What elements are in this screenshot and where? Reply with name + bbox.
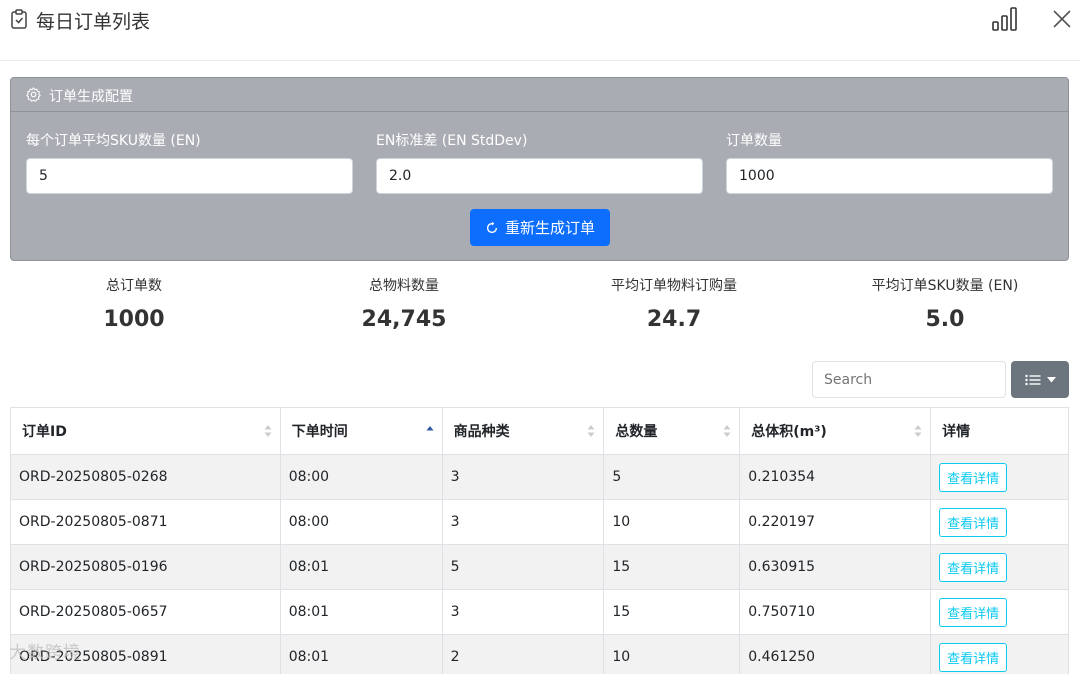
sort-icon — [914, 425, 922, 437]
column-header-sku-kinds[interactable]: 商品种类 — [441, 407, 605, 455]
view-detail-button[interactable]: 查看详情 — [939, 507, 1008, 537]
order-count-label: 订单数量 — [726, 133, 782, 149]
cell-order-id: ORD-20250805-0871 — [10, 499, 281, 545]
order-config-card: 订单生成配置 每个订单平均SKU数量 (EN) EN标准差 (EN StdDev… — [10, 77, 1069, 261]
cell-total-volume: 0.461250 — [739, 634, 932, 674]
cell-total-volume: 0.750710 — [739, 589, 932, 635]
cell-sku-kinds: 2 — [441, 634, 605, 674]
cell-sku-kinds: 5 — [441, 544, 605, 590]
cell-detail: 查看详情 — [930, 589, 1069, 635]
view-detail-button[interactable]: 查看详情 — [939, 597, 1008, 627]
view-detail-button[interactable]: 查看详情 — [939, 552, 1008, 582]
stat-total-orders: 总订单数 1000 — [9, 275, 259, 332]
stat-total-items: 总物料数量 24,745 — [279, 275, 529, 332]
view-detail-button[interactable]: 查看详情 — [939, 462, 1008, 492]
column-header-total-volume[interactable]: 总体积(m³) — [739, 407, 932, 455]
stat-label: 平均订单物料订购量 — [611, 278, 737, 294]
cell-order-time: 08:01 — [279, 634, 443, 674]
column-header-label: 下单时间 — [291, 424, 348, 440]
config-header: 订单生成配置 — [11, 78, 1068, 112]
title-divider — [0, 60, 1080, 61]
column-header-order-id[interactable]: 订单ID — [10, 407, 281, 455]
column-header-order-time[interactable]: 下单时间 — [279, 407, 443, 455]
sort-asc-icon — [426, 426, 434, 431]
cell-sku-kinds: 3 — [441, 499, 605, 545]
cell-total-volume: 0.220197 — [739, 499, 932, 545]
cell-total-volume: 0.210354 — [739, 454, 932, 500]
en-stddev-label: EN标准差 (EN StdDev) — [376, 133, 528, 149]
close-icon[interactable] — [1051, 8, 1073, 30]
regenerate-orders-button[interactable]: 重新生成订单 — [470, 209, 610, 246]
table-row: ORD-20250805-0268 08:00 3 5 0.210354 查看详… — [10, 454, 1069, 500]
caret-down-icon — [1046, 376, 1056, 382]
refresh-icon — [486, 221, 498, 233]
orders-table: 订单ID 下单时间 商品种类 总数量 总体积(m³) 详情 ORD-202508… — [10, 407, 1069, 674]
window-title: 每日订单列表 — [36, 11, 151, 33]
avg-sku-label: 每个订单平均SKU数量 (EN) — [26, 133, 201, 149]
table-row: ORD-20250805-0657 08:01 3 15 0.750710 查看… — [10, 589, 1069, 635]
column-header-label: 总数量 — [615, 424, 658, 440]
column-header-total-qty[interactable]: 总数量 — [603, 407, 741, 455]
cell-total-qty: 15 — [603, 589, 741, 635]
table-row: ORD-20250805-0871 08:00 3 10 0.220197 查看… — [10, 499, 1069, 545]
cell-sku-kinds: 3 — [441, 454, 605, 500]
stat-label: 平均订单SKU数量 (EN) — [871, 278, 1019, 294]
column-header-label: 商品种类 — [453, 424, 510, 440]
cell-detail: 查看详情 — [930, 499, 1069, 545]
title-bar: 每日订单列表 — [0, 0, 1080, 40]
config-header-label: 订单生成配置 — [49, 89, 133, 105]
cell-order-id: ORD-20250805-0196 — [10, 544, 281, 590]
bar-chart-icon[interactable] — [991, 6, 1019, 32]
regenerate-orders-label: 重新生成订单 — [504, 219, 595, 237]
stat-value: 24,745 — [361, 307, 447, 332]
cell-order-time: 08:00 — [279, 454, 443, 500]
cell-sku-kinds: 3 — [441, 589, 605, 635]
columns-toggle-button[interactable] — [1011, 361, 1069, 398]
column-header-label: 详情 — [942, 424, 971, 440]
cell-total-qty: 15 — [603, 544, 741, 590]
cell-order-id: ORD-20250805-0268 — [10, 454, 281, 500]
cell-order-time: 08:01 — [279, 589, 443, 635]
cell-detail: 查看详情 — [930, 634, 1069, 674]
stat-avg-sku: 平均订单SKU数量 (EN) 5.0 — [820, 275, 1070, 332]
search-input[interactable] — [812, 361, 1006, 398]
column-header-label: 订单ID — [22, 424, 67, 440]
table-row: ORD-20250805-0196 08:01 5 15 0.630915 查看… — [10, 544, 1069, 590]
view-detail-button[interactable]: 查看详情 — [939, 642, 1008, 672]
stat-value: 1000 — [103, 307, 165, 332]
stat-label: 总订单数 — [106, 278, 162, 294]
sort-icon — [723, 425, 731, 437]
en-stddev-input[interactable] — [376, 158, 703, 194]
cell-detail: 查看详情 — [930, 454, 1069, 500]
watermark: 大数跨境 — [9, 643, 81, 663]
table-row: ORD-20250805-0891 08:01 2 10 0.461250 查看… — [10, 634, 1069, 674]
cell-order-id: ORD-20250805-0657 — [10, 589, 281, 635]
sort-icon — [587, 425, 595, 437]
cell-total-qty: 10 — [603, 499, 741, 545]
table-header-row: 订单ID 下单时间 商品种类 总数量 总体积(m³) 详情 — [10, 407, 1069, 455]
cell-order-time: 08:01 — [279, 544, 443, 590]
cell-order-time: 08:00 — [279, 499, 443, 545]
cell-total-qty: 5 — [603, 454, 741, 500]
stat-avg-order-qty: 平均订单物料订购量 24.7 — [549, 275, 799, 332]
list-icon — [1024, 374, 1040, 385]
stat-value: 5.0 — [925, 307, 965, 332]
stat-label: 总物料数量 — [369, 278, 439, 294]
gear-icon — [26, 87, 41, 102]
clipboard-check-icon — [11, 9, 27, 29]
avg-sku-input[interactable] — [26, 158, 353, 194]
column-header-label: 总体积(m³) — [751, 424, 827, 440]
stat-value: 24.7 — [646, 307, 702, 332]
column-header-detail: 详情 — [930, 407, 1069, 455]
cell-total-volume: 0.630915 — [739, 544, 932, 590]
cell-detail: 查看详情 — [930, 544, 1069, 590]
cell-total-qty: 10 — [603, 634, 741, 674]
sort-icon — [264, 425, 272, 437]
order-count-input[interactable] — [726, 158, 1053, 194]
